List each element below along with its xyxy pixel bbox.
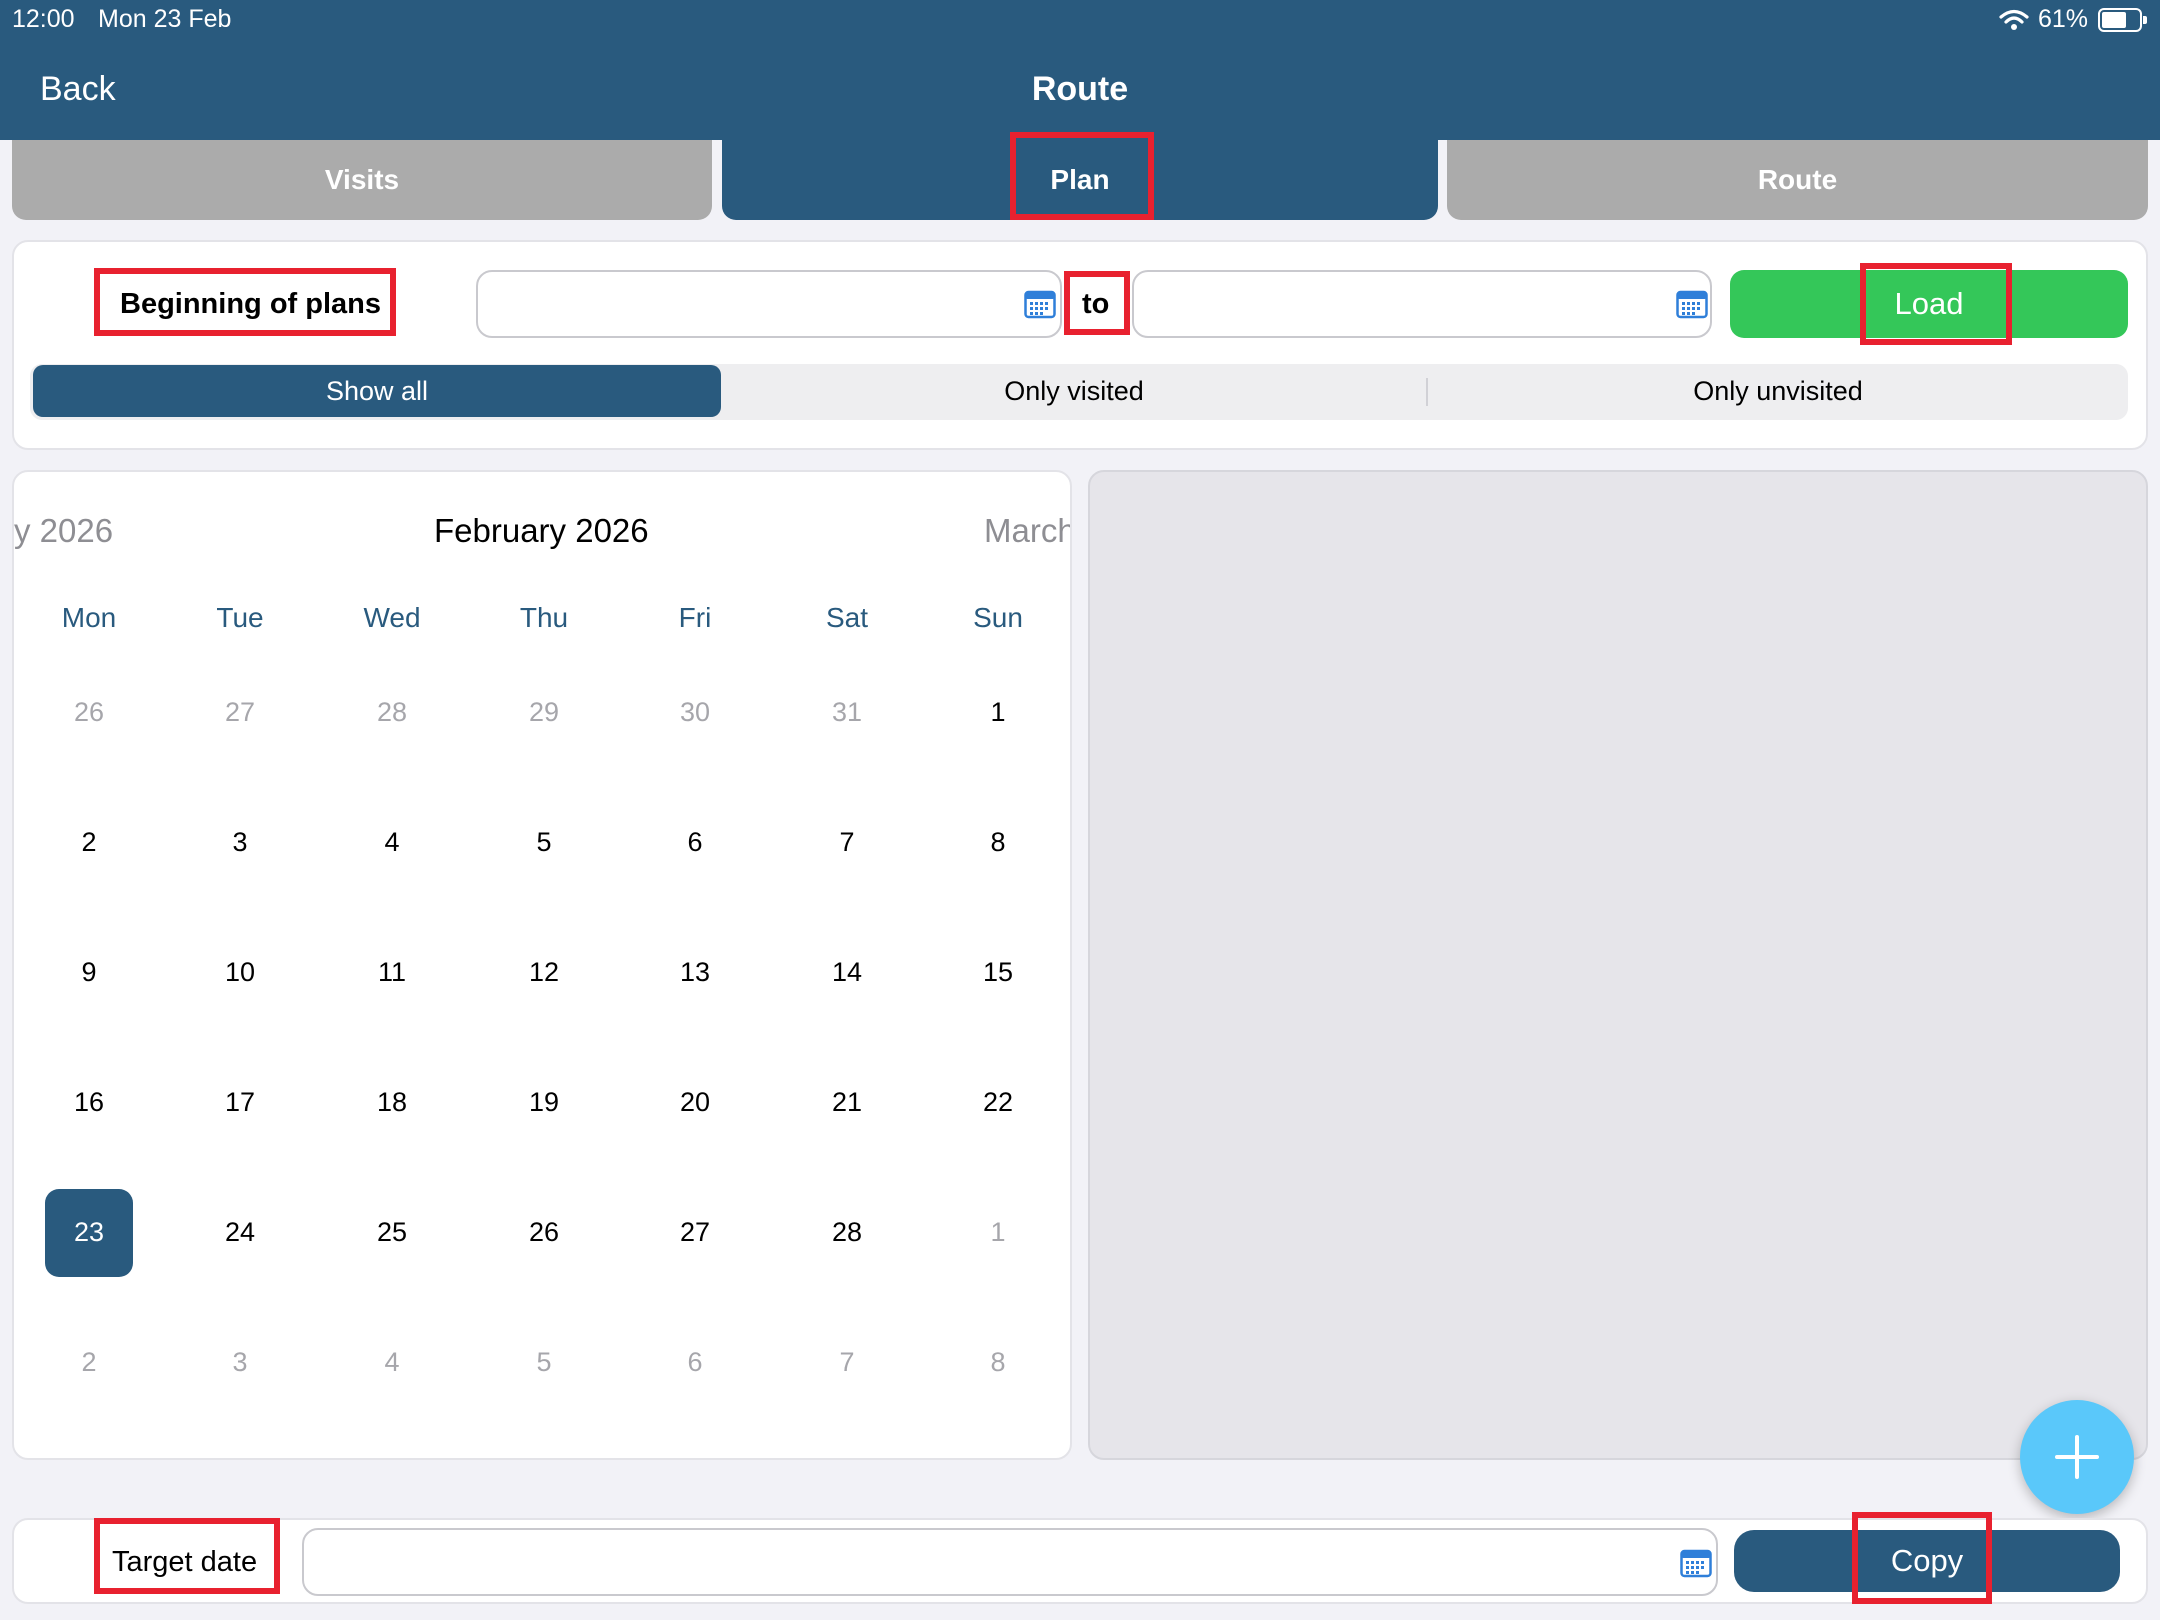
calendar-day[interactable]: 1 <box>953 1217 1043 1248</box>
calendar-day[interactable]: 29 <box>499 697 589 728</box>
calendar-day[interactable]: 3 <box>195 827 285 858</box>
filter-only-visited[interactable]: Only visited <box>724 365 1424 417</box>
calendar-day[interactable]: 6 <box>650 827 740 858</box>
weekday-header: Wed <box>363 602 421 633</box>
calendar: y 2026 February 2026 March Mon Tue Wed Thu F… <box>12 470 1072 1460</box>
battery-icon <box>2098 8 2148 32</box>
to-date-field[interactable] <box>1132 270 1712 338</box>
calendar-day[interactable]: 5 <box>499 1347 589 1378</box>
calendar-day[interactable]: 14 <box>802 957 892 988</box>
weekday-header: Sat <box>825 602 869 633</box>
calendar-day[interactable]: 19 <box>499 1087 589 1118</box>
add-button[interactable] <box>2020 1400 2134 1514</box>
calendar-day[interactable]: 8 <box>953 827 1043 858</box>
weekday-header: Fri <box>678 602 712 633</box>
weekday-header: Mon <box>61 602 117 633</box>
calendar-day[interactable]: 31 <box>802 697 892 728</box>
calendar-day[interactable]: 3 <box>195 1347 285 1378</box>
calendar-day[interactable]: 4 <box>347 827 437 858</box>
calendar-day[interactable]: 11 <box>347 957 437 988</box>
calendar-day[interactable]: 20 <box>650 1087 740 1118</box>
tab-visits[interactable]: Visits <box>12 140 712 220</box>
calendar-day[interactable]: 7 <box>802 827 892 858</box>
highlight-box <box>1010 132 1154 220</box>
tab-route[interactable]: Route <box>1447 140 2148 220</box>
calendar-day[interactable]: 22 <box>953 1087 1043 1118</box>
status-date: Mon 23 Feb <box>98 5 232 33</box>
filter-show-all[interactable]: Show all <box>33 365 721 417</box>
calendar-day[interactable]: 9 <box>44 957 134 988</box>
calendar-icon[interactable] <box>1680 1548 1712 1578</box>
calendar-day[interactable]: 15 <box>953 957 1043 988</box>
calendar-day[interactable]: 2 <box>44 827 134 858</box>
page-title: Route <box>1031 70 1129 108</box>
calendar-day[interactable]: 10 <box>195 957 285 988</box>
calendar-day[interactable]: 26 <box>499 1217 589 1248</box>
calendar-day[interactable]: 25 <box>347 1217 437 1248</box>
weekday-header: Thu <box>519 602 569 633</box>
prev-month-label[interactable]: y 2026 <box>14 512 113 550</box>
calendar-day[interactable]: 4 <box>347 1347 437 1378</box>
weekday-header: Sun <box>973 602 1023 633</box>
highlight-box <box>1860 263 2012 345</box>
calendar-day[interactable]: 23 <box>44 1217 134 1248</box>
from-date-field[interactable] <box>476 270 1062 338</box>
highlight-box <box>1064 271 1130 335</box>
highlight-box <box>1852 1512 1992 1604</box>
wifi-icon <box>1999 9 2029 30</box>
calendar-day[interactable]: 24 <box>195 1217 285 1248</box>
calendar-day[interactable]: 12 <box>499 957 589 988</box>
calendar-day[interactable]: 30 <box>650 697 740 728</box>
calendar-day[interactable]: 1 <box>953 697 1043 728</box>
calendar-day[interactable]: 27 <box>650 1217 740 1248</box>
calendar-day[interactable]: 26 <box>44 697 134 728</box>
calendar-day[interactable]: 8 <box>953 1347 1043 1378</box>
current-month-label: February 2026 <box>434 512 649 549</box>
calendar-day[interactable]: 17 <box>195 1087 285 1118</box>
plus-icon <box>2055 1435 2099 1479</box>
calendar-icon[interactable] <box>1676 289 1708 319</box>
calendar-day[interactable]: 16 <box>44 1087 134 1118</box>
target-date-field[interactable] <box>302 1528 1718 1596</box>
battery-percent: 61% <box>2038 5 2089 33</box>
status-time: 12:00 <box>12 5 75 33</box>
calendar-day[interactable]: 2 <box>44 1347 134 1378</box>
calendar-icon[interactable] <box>1024 289 1056 319</box>
next-month-label[interactable]: March <box>984 512 1070 550</box>
calendar-day[interactable]: 27 <box>195 697 285 728</box>
calendar-day[interactable]: 6 <box>650 1347 740 1378</box>
plan-list-area <box>1088 470 2148 1460</box>
calendar-day[interactable]: 28 <box>347 697 437 728</box>
filter-only-unvisited[interactable]: Only unvisited <box>1428 365 2128 417</box>
calendar-day[interactable]: 18 <box>347 1087 437 1118</box>
calendar-day[interactable]: 13 <box>650 957 740 988</box>
calendar-day[interactable]: 7 <box>802 1347 892 1378</box>
calendar-day[interactable]: 5 <box>499 827 589 858</box>
highlight-box <box>94 268 396 336</box>
calendar-day[interactable]: 21 <box>802 1087 892 1118</box>
weekday-header: Tue <box>216 602 264 633</box>
calendar-day[interactable]: 28 <box>802 1217 892 1248</box>
highlight-box <box>94 1518 280 1594</box>
